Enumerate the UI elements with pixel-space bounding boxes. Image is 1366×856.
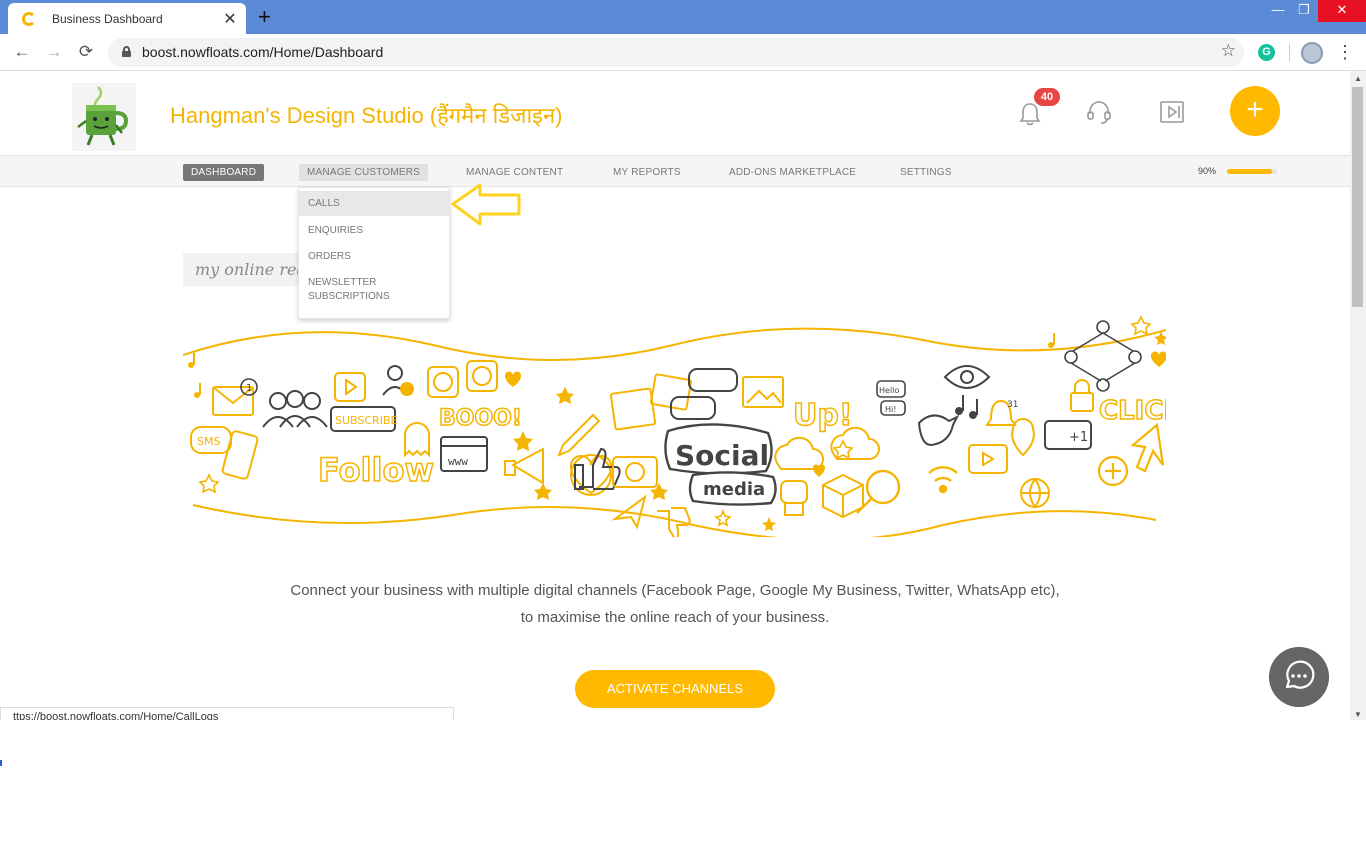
nav-my-reports[interactable]: MY REPORTS [613,164,681,181]
illustration-text-up: Up! [793,398,853,433]
address-url[interactable]: boost.nowfloats.com/Home/Dashboard [142,44,383,60]
browser-toolbar: ← → ⟳ boost.nowfloats.com/Home/Dashboard… [0,34,1366,71]
grammarly-extension-icon[interactable]: G [1258,44,1275,61]
illustration-text-hi: Hi! [885,405,896,414]
photo-frame-icon [609,373,693,431]
illustration-text-follow: Follow [318,451,434,489]
bookmark-star-icon[interactable]: ☆ [1221,41,1236,61]
address-bar[interactable]: boost.nowfloats.com/Home/Dashboard ☆ [108,38,1244,67]
social-media-illustration: 1 SUBSCRIBE SMS Follow BOOO! www Social … [183,315,1166,537]
scrollbar-thumb[interactable] [1352,87,1363,307]
nav-manage-customers[interactable]: MANAGE CUSTOMERS [299,164,429,181]
scroll-down-arrow-icon[interactable]: ▼ [1354,710,1362,719]
decor-stroke [192,504,1157,537]
smiley-icon [427,360,498,398]
decor-stroke [183,327,1166,361]
browser-menu-icon[interactable]: ⋮ [1336,40,1354,64]
illustration-text-subscribe: SUBSCRIBE [335,414,397,427]
illustration-text-www: www [448,455,468,468]
video-play-icon [968,444,1008,474]
profile-avatar[interactable] [1301,42,1323,64]
group-icon [262,390,328,428]
edge-marker [0,760,2,766]
activate-channels-button[interactable]: ACTIVATE CHANNELS [575,670,775,708]
main-navbar: DASHBOARD MANAGE CUSTOMERS MANAGE CONTEN… [0,155,1350,187]
tab-title: Business Dashboard [52,11,163,26]
description-line-2: to maximise the online reach of your bus… [520,609,830,626]
channels-description: Connect your business with multiple digi… [200,577,1150,631]
profile-completion-label: 90% [1198,166,1217,176]
illustration-text-media: media [703,479,765,500]
toolbar-divider [1289,44,1290,62]
robot-icon [780,480,808,516]
dropdown-item-calls[interactable]: CALLS [299,191,449,216]
nav-settings[interactable]: SETTINGS [900,164,952,181]
notification-count-badge: 40 [1034,88,1060,106]
dropdown-item-enquiries[interactable]: ENQUIRIES [299,224,449,238]
close-window-button[interactable]: ✕ [1318,0,1366,22]
new-tab-button[interactable]: + [258,4,271,30]
profile-completion-fill [1227,169,1272,174]
illustration-text-hello: Hello [879,386,899,395]
image-icon [742,376,784,408]
dropdown-item-newsletter-subscriptions[interactable]: NEWSLETTER SUBSCRIPTIONS [299,276,419,304]
page-viewport: Hangman's Design Studio (हैंगमैन डिजाइन)… [0,71,1350,720]
pen-icon [557,413,601,457]
page-scrollbar[interactable]: ▲ ▼ [1350,71,1366,720]
nav-dashboard[interactable]: DASHBOARD [183,164,265,181]
reload-icon[interactable]: ⟳ [74,40,98,64]
scroll-up-arrow-icon[interactable]: ▲ [1354,74,1362,83]
forward-arrow-icon[interactable]: → [42,40,66,64]
business-logo [72,83,136,151]
screen: Business Dashboard ✕ + — ❐ ✕ ← → ⟳ boost… [0,0,1366,856]
support-headset-icon[interactable] [1086,99,1112,125]
chat-widget-button[interactable] [1269,647,1329,707]
browser-tab[interactable]: Business Dashboard ✕ [8,3,246,34]
play-icon [334,372,366,402]
illustration-text-plus-one: +1 [1069,430,1088,445]
annotation-arrow-icon [451,183,521,226]
site-favicon-icon [22,11,36,26]
cloud-icon [774,426,880,470]
business-name[interactable]: Hangman's Design Studio (हैंगमैन डिजाइन) [170,100,563,130]
network-icon [1064,320,1142,392]
tab-close-icon[interactable]: ✕ [218,9,242,29]
description-line-1: Connect your business with multiple digi… [290,582,1060,599]
lock-icon [122,46,131,57]
padlock-icon [1070,379,1094,412]
wifi-icon [928,466,958,494]
profile-completion-bar[interactable] [1227,169,1277,174]
illustration-text-booo: BOOO! [439,406,522,431]
box-icon [822,473,864,519]
bird-icon [917,414,960,447]
phone-icon [221,430,259,480]
illustration-text-social: Social [675,439,769,472]
eye-icon [943,365,991,389]
chat-bubble-icon [670,368,738,420]
dropdown-item-orders[interactable]: ORDERS [299,250,449,264]
illustration-text-calendar: 31 [1007,400,1018,410]
browser-titlebar: Business Dashboard ✕ + — ❐ ✕ [0,0,1366,34]
illustration-text-one: 1 [246,383,252,394]
cursor-icon [1130,422,1165,473]
ghost-icon [404,422,430,458]
back-arrow-icon[interactable]: ← [10,40,34,64]
add-user-plus-badge [400,382,414,396]
music-note-icon [188,333,1055,398]
globe-icon [1020,478,1050,509]
video-tutorial-icon[interactable] [1159,99,1185,125]
quick-add-button[interactable]: + [1230,86,1280,136]
nav-addons-marketplace[interactable]: ADD-ONS MARKETPLACE [729,164,856,181]
illustration-text-click: CLICK [1099,396,1166,426]
plus-circle-icon [1097,455,1129,487]
illustration-text-sms: SMS [197,435,220,448]
megaphone-icon [504,447,544,485]
manage-customers-dropdown: CALLS ENQUIRIES ORDERS NEWSLETTER SUBSCR… [298,187,450,319]
nav-manage-content[interactable]: MANAGE CONTENT [466,164,563,181]
status-bar-url: ttps://boost.nowfloats.com/Home/CallLogs [0,707,454,720]
section-heading-online-reach: my online reach [183,253,313,286]
